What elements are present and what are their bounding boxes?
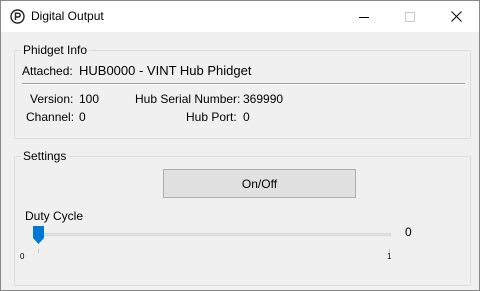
minimize-button[interactable] [341,1,387,32]
close-icon [450,11,462,22]
channel-value: 0 [79,110,86,124]
attached-value: HUB0000 - VINT Hub Phidget [79,63,252,78]
slider-min-label: 0 [20,252,25,261]
settings-group: Settings On/Off Duty Cycle 0 0 1 [14,149,471,286]
settings-legend: Settings [21,149,69,163]
phidgets-logo-icon [10,9,25,24]
info-divider [22,83,465,85]
attached-label: Attached: [22,64,73,78]
version-label: Version: [30,92,74,106]
hub-serial-label: Hub Serial Number: [135,92,241,106]
slider-max-label: 1 [387,252,392,261]
hub-port-label: Hub Port: [186,110,237,124]
title-bar[interactable]: Digital Output [1,1,479,32]
phidget-info-group: Phidget Info Attached: HUB0000 - VINT Hu… [14,43,471,139]
duty-cycle-value: 0 [405,225,412,239]
window-title: Digital Output [31,9,104,23]
hub-port-value: 0 [243,110,250,124]
minimize-icon [359,16,369,18]
duty-cycle-label: Duty Cycle [25,209,84,223]
duty-cycle-slider-thumb[interactable] [33,226,44,244]
slider-tick-min [38,249,39,253]
on-off-button[interactable]: On/Off [163,169,356,198]
hub-serial-value: 369990 [243,92,284,106]
digital-output-window: Digital Output Phidget Info Attached: HU… [0,0,480,291]
maximize-icon [405,11,415,22]
duty-cycle-slider-track[interactable] [35,233,391,236]
channel-label: Channel: [26,110,75,124]
phidget-info-legend: Phidget Info [21,43,90,57]
maximize-button[interactable] [387,1,433,32]
version-value: 100 [79,92,100,106]
close-button[interactable] [433,1,479,32]
